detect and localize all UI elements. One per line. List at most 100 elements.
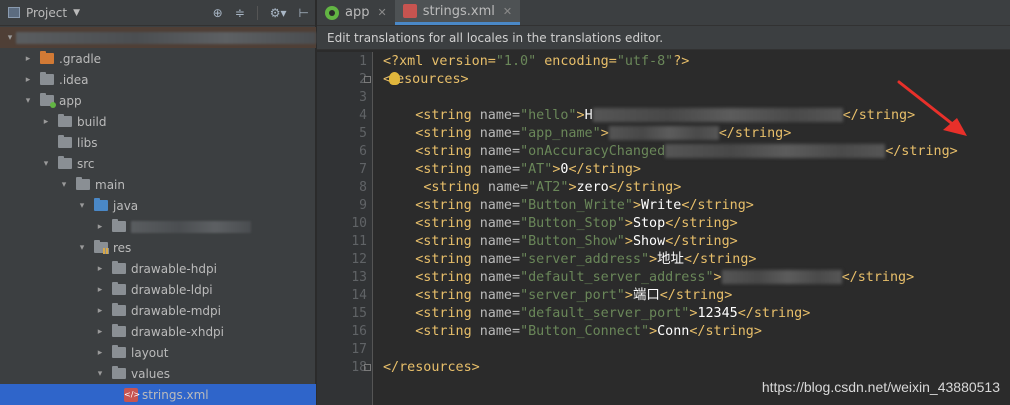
redacted-label — [16, 31, 316, 44]
code-token-tag: <string — [415, 216, 480, 231]
code-line[interactable]: <?xml version="1.0" encoding="utf-8"?> — [383, 53, 689, 71]
code-token-tag: > — [568, 180, 577, 195]
line-number: 1 — [359, 54, 367, 69]
tree-row[interactable]: ▾ res — [0, 237, 316, 258]
code-token-txt: Stop — [632, 216, 666, 231]
chevron-right-icon[interactable]: ▸ — [94, 285, 106, 295]
code-line[interactable]: </resources> — [383, 359, 480, 377]
code-token-attr: name= — [479, 126, 521, 141]
chevron-down-icon[interactable]: ▾ — [94, 369, 106, 379]
close-icon[interactable]: ✕ — [503, 5, 512, 18]
tree-row[interactable]: ▸ .idea — [0, 69, 316, 90]
tree-row[interactable]: ▾ main — [0, 174, 316, 195]
tree-row[interactable]: ▾ src — [0, 153, 316, 174]
project-panel-title[interactable]: Project — [26, 6, 67, 20]
code-token-val: "AT2" — [528, 180, 569, 195]
code-token-tag: <string — [415, 144, 480, 159]
tree-row[interactable]: ▸ layout — [0, 342, 316, 363]
chevron-down-icon[interactable]: ▼ — [73, 8, 80, 18]
tree-row[interactable]: ▾ — [0, 27, 316, 48]
tree-row[interactable]: ▾ java — [0, 195, 316, 216]
code-line[interactable]: <string name="default_server_port">12345… — [383, 305, 810, 323]
chevron-right-icon[interactable]: ▸ — [94, 264, 106, 274]
chevron-down-icon[interactable]: ▾ — [58, 180, 70, 190]
tree-row[interactable]: ▸ — [0, 216, 316, 237]
fold-marker-icon[interactable] — [364, 364, 371, 371]
code-line[interactable]: <string name="server_port">端口</string> — [383, 287, 732, 305]
resource-folder-icon — [94, 240, 109, 254]
translations-editor-banner: Edit translations for all locales in the… — [317, 26, 1010, 50]
chevron-down-icon[interactable]: ▾ — [4, 33, 16, 43]
chevron-down-icon[interactable]: ▾ — [22, 96, 34, 106]
line-number: 17 — [351, 342, 367, 357]
code-line[interactable]: <string name="Button_Stop">Stop</string> — [383, 215, 738, 233]
code-line[interactable]: <string name="Button_Write">Write</strin… — [383, 197, 754, 215]
code-line[interactable]: <string name="server_address">地址</string… — [383, 251, 756, 269]
code-token-val: "hello" — [520, 108, 577, 123]
chevron-right-icon[interactable]: ▸ — [40, 117, 52, 127]
tree-item-label: drawable-hdpi — [131, 261, 217, 276]
collapse-all-icon[interactable]: ≑ — [235, 6, 245, 20]
tree-row[interactable]: ▸ drawable-hdpi — [0, 258, 316, 279]
code-token-tag: </string> — [737, 306, 811, 321]
tab-app[interactable]: app ✕ — [317, 0, 395, 25]
chevron-right-icon[interactable]: ▸ — [94, 348, 106, 358]
tree-item-label: drawable-mdpi — [131, 303, 221, 318]
chevron-down-icon[interactable]: ▾ — [76, 243, 88, 253]
fold-marker-icon[interactable] — [364, 76, 371, 83]
tree-row[interactable]: libs — [0, 132, 316, 153]
code-line[interactable]: <string name="app_name"> </string> — [383, 125, 791, 143]
tree-row[interactable]: ▾ values — [0, 363, 316, 384]
chevron-right-icon[interactable]: ▸ — [94, 306, 106, 316]
line-number-gutter: 1 2 3 4 5 6 7 8 9 10 11 12 13 14 15 16 17 18 — [317, 52, 373, 405]
tree-row[interactable]: </> strings.xml — [0, 384, 316, 405]
chevron-down-icon[interactable]: ▾ — [40, 159, 52, 169]
chevron-right-icon[interactable]: ▸ — [94, 222, 106, 232]
code-token-attr: name= — [479, 288, 521, 303]
tree-item-label: drawable-ldpi — [131, 282, 213, 297]
hide-panel-icon[interactable]: ⊢ — [299, 6, 309, 20]
folder-icon — [58, 114, 72, 127]
banner-text[interactable]: Edit translations for all locales in the… — [327, 31, 663, 45]
code-line[interactable]: <string name="onAccuracyChanged </string> — [383, 143, 958, 161]
chevron-right-icon[interactable]: ▸ — [22, 75, 34, 85]
gear-icon[interactable]: ⚙▾ — [270, 6, 287, 20]
tab-label: strings.xml — [422, 3, 495, 19]
code-line[interactable]: <string name="AT">0</string> — [383, 161, 641, 179]
tree-row[interactable]: ▸ drawable-ldpi — [0, 279, 316, 300]
tree-item-label: values — [131, 366, 171, 381]
tree-row[interactable]: ▸ drawable-xhdpi — [0, 321, 316, 342]
tree-row[interactable]: ▸ build — [0, 111, 316, 132]
chevron-down-icon[interactable]: ▾ — [76, 201, 88, 211]
line-number: 18 — [351, 360, 367, 375]
code-line[interactable]: < esources> — [383, 71, 469, 89]
tab-strings-xml[interactable]: strings.xml ✕ — [394, 0, 521, 25]
code-line[interactable]: <string name="hello">H </string> — [383, 107, 915, 125]
locate-target-icon[interactable]: ⊕ — [213, 6, 223, 20]
code-line[interactable]: <string name="Button_Show">Show</string> — [383, 233, 738, 251]
code-token-tag: <string — [415, 198, 480, 213]
app-module-icon — [325, 5, 339, 20]
tree-row[interactable]: ▸ .gradle — [0, 48, 316, 69]
folder-icon — [58, 156, 72, 169]
tree-row[interactable]: ▾ app — [0, 90, 316, 111]
code-token-tag: > — [600, 126, 609, 141]
chevron-right-icon[interactable]: ▸ — [22, 54, 34, 64]
chevron-right-icon[interactable]: ▸ — [94, 327, 106, 337]
code-token-tag: <string — [415, 252, 480, 267]
close-icon[interactable]: ✕ — [377, 6, 386, 19]
code-token-tag: </string> — [568, 162, 641, 177]
code-line[interactable]: <string name="default_server_address"> </… — [383, 269, 914, 287]
code-line[interactable]: <string name="AT2">zero</string> — [383, 179, 681, 197]
code-token-attr: name= — [479, 108, 521, 123]
tree-row[interactable]: ▸ drawable-mdpi — [0, 300, 316, 321]
code-line[interactable]: <string name="Button_Connect">Conn</stri… — [383, 323, 762, 341]
module-folder-icon — [40, 93, 56, 108]
tree-item-label: src — [77, 156, 95, 171]
lightbulb-icon[interactable] — [389, 71, 401, 85]
code-token-attr: name= — [479, 234, 521, 249]
tree-item-label: layout — [131, 345, 169, 360]
